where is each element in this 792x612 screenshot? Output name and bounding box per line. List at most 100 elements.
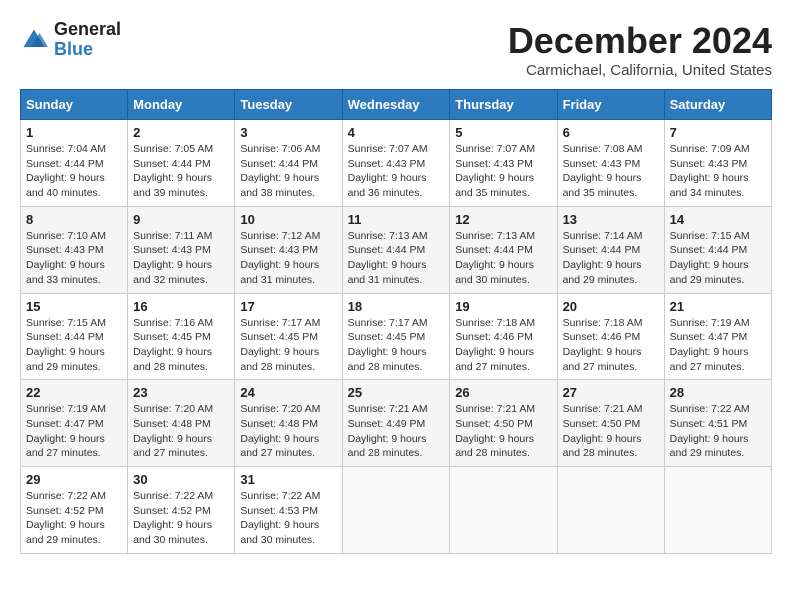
day-info: Sunrise: 7:07 AMSunset: 4:43 PMDaylight:… [348, 142, 445, 201]
day-info: Sunrise: 7:12 AMSunset: 4:43 PMDaylight:… [240, 229, 336, 288]
day-number: 16 [133, 299, 229, 314]
month-title: December 2024 [508, 20, 772, 62]
day-cell: 20Sunrise: 7:18 AMSunset: 4:46 PMDayligh… [557, 293, 664, 380]
header-tuesday: Tuesday [235, 90, 342, 120]
day-info: Sunrise: 7:22 AMSunset: 4:52 PMDaylight:… [133, 489, 229, 548]
day-number: 4 [348, 125, 445, 140]
day-cell: 22Sunrise: 7:19 AMSunset: 4:47 PMDayligh… [21, 380, 128, 467]
day-number: 30 [133, 472, 229, 487]
title-area: December 2024 Carmichael, California, Un… [508, 20, 772, 79]
day-cell: 8 Sunrise: 7:10 AMSunset: 4:43 PMDaylight… [21, 206, 128, 293]
day-cell: 10Sunrise: 7:12 AMSunset: 4:43 PMDayligh… [235, 206, 342, 293]
day-info: Sunrise: 7:20 AMSunset: 4:48 PMDaylight:… [133, 402, 229, 461]
day-cell: 26Sunrise: 7:21 AMSunset: 4:50 PMDayligh… [450, 380, 557, 467]
day-number: 6 [563, 125, 659, 140]
day-cell: 5 Sunrise: 7:07 AMSunset: 4:43 PMDaylight… [450, 120, 557, 207]
day-info: Sunrise: 7:15 AMSunset: 4:44 PMDaylight:… [670, 229, 766, 288]
day-info: Sunrise: 7:15 AMSunset: 4:44 PMDaylight:… [26, 316, 122, 375]
day-cell: 4 Sunrise: 7:07 AMSunset: 4:43 PMDaylight… [342, 120, 450, 207]
day-number: 25 [348, 385, 445, 400]
page-header: General Blue December 2024 Carmichael, C… [20, 20, 772, 79]
day-cell: 18 Sunrise: 7:17 AMSunset: 4:45 PMDayligh… [342, 293, 450, 380]
day-cell: 2 Sunrise: 7:05 AMSunset: 4:44 PMDaylight… [128, 120, 235, 207]
day-cell: 19Sunrise: 7:18 AMSunset: 4:46 PMDayligh… [450, 293, 557, 380]
day-cell: 1Sunrise: 7:04 AMSunset: 4:44 PMDaylight… [21, 120, 128, 207]
day-number: 27 [563, 385, 659, 400]
day-cell: 3 Sunrise: 7:06 AMSunset: 4:44 PMDaylight… [235, 120, 342, 207]
header-row: SundayMondayTuesdayWednesdayThursdayFrid… [21, 90, 772, 120]
day-info: Sunrise: 7:21 AMSunset: 4:49 PMDaylight:… [348, 402, 445, 461]
day-cell: 7Sunrise: 7:09 AMSunset: 4:43 PMDaylight… [664, 120, 771, 207]
day-number: 21 [670, 299, 766, 314]
day-cell: 27 Sunrise: 7:21 AMSunset: 4:50 PMDayligh… [557, 380, 664, 467]
day-number: 11 [348, 212, 445, 227]
day-info: Sunrise: 7:22 AMSunset: 4:53 PMDaylight:… [240, 489, 336, 548]
week-row-5: 29 Sunrise: 7:22 AMSunset: 4:52 PMDayligh… [21, 467, 772, 554]
day-cell: 31Sunrise: 7:22 AMSunset: 4:53 PMDayligh… [235, 467, 342, 554]
day-info: Sunrise: 7:17 AMSunset: 4:45 PMDaylight:… [348, 316, 445, 375]
day-info: Sunrise: 7:04 AMSunset: 4:44 PMDaylight:… [26, 142, 122, 201]
day-cell: 16 Sunrise: 7:16 AMSunset: 4:45 PMDayligh… [128, 293, 235, 380]
header-wednesday: Wednesday [342, 90, 450, 120]
logo-icon [20, 26, 48, 54]
week-row-3: 15 Sunrise: 7:15 AMSunset: 4:44 PMDayligh… [21, 293, 772, 380]
day-info: Sunrise: 7:20 AMSunset: 4:48 PMDaylight:… [240, 402, 336, 461]
day-number: 15 [26, 299, 122, 314]
day-number: 26 [455, 385, 551, 400]
header-thursday: Thursday [450, 90, 557, 120]
day-cell: 9 Sunrise: 7:11 AMSunset: 4:43 PMDaylight… [128, 206, 235, 293]
day-number: 2 [133, 125, 229, 140]
day-info: Sunrise: 7:10 AMSunset: 4:43 PMDaylight:… [26, 229, 122, 288]
logo-general: General [54, 20, 121, 40]
day-info: Sunrise: 7:19 AMSunset: 4:47 PMDaylight:… [670, 316, 766, 375]
day-cell: 28Sunrise: 7:22 AMSunset: 4:51 PMDayligh… [664, 380, 771, 467]
day-info: Sunrise: 7:11 AMSunset: 4:43 PMDaylight:… [133, 229, 229, 288]
header-monday: Monday [128, 90, 235, 120]
day-number: 12 [455, 212, 551, 227]
day-info: Sunrise: 7:05 AMSunset: 4:44 PMDaylight:… [133, 142, 229, 201]
day-number: 28 [670, 385, 766, 400]
day-info: Sunrise: 7:13 AMSunset: 4:44 PMDaylight:… [455, 229, 551, 288]
logo-blue: Blue [54, 40, 121, 60]
day-info: Sunrise: 7:16 AMSunset: 4:45 PMDaylight:… [133, 316, 229, 375]
day-cell: 29 Sunrise: 7:22 AMSunset: 4:52 PMDayligh… [21, 467, 128, 554]
day-cell: 11Sunrise: 7:13 AMSunset: 4:44 PMDayligh… [342, 206, 450, 293]
day-info: Sunrise: 7:21 AMSunset: 4:50 PMDaylight:… [563, 402, 659, 461]
day-cell [342, 467, 450, 554]
day-number: 18 [348, 299, 445, 314]
week-row-4: 22Sunrise: 7:19 AMSunset: 4:47 PMDayligh… [21, 380, 772, 467]
day-number: 9 [133, 212, 229, 227]
day-info: Sunrise: 7:17 AMSunset: 4:45 PMDaylight:… [240, 316, 336, 375]
day-cell [557, 467, 664, 554]
location-title: Carmichael, California, United States [508, 62, 772, 79]
day-number: 23 [133, 385, 229, 400]
day-number: 3 [240, 125, 336, 140]
day-number: 8 [26, 212, 122, 227]
day-info: Sunrise: 7:14 AMSunset: 4:44 PMDaylight:… [563, 229, 659, 288]
day-info: Sunrise: 7:22 AMSunset: 4:52 PMDaylight:… [26, 489, 122, 548]
day-number: 24 [240, 385, 336, 400]
week-row-1: 1Sunrise: 7:04 AMSunset: 4:44 PMDaylight… [21, 120, 772, 207]
day-number: 13 [563, 212, 659, 227]
day-cell: 12 Sunrise: 7:13 AMSunset: 4:44 PMDayligh… [450, 206, 557, 293]
day-info: Sunrise: 7:18 AMSunset: 4:46 PMDaylight:… [455, 316, 551, 375]
day-number: 22 [26, 385, 122, 400]
day-number: 17 [240, 299, 336, 314]
day-cell [664, 467, 771, 554]
day-info: Sunrise: 7:06 AMSunset: 4:44 PMDaylight:… [240, 142, 336, 201]
day-cell: 17 Sunrise: 7:17 AMSunset: 4:45 PMDayligh… [235, 293, 342, 380]
header-saturday: Saturday [664, 90, 771, 120]
day-cell: 30 Sunrise: 7:22 AMSunset: 4:52 PMDayligh… [128, 467, 235, 554]
day-cell: 14Sunrise: 7:15 AMSunset: 4:44 PMDayligh… [664, 206, 771, 293]
day-cell: 23 Sunrise: 7:20 AMSunset: 4:48 PMDayligh… [128, 380, 235, 467]
day-cell: 13 Sunrise: 7:14 AMSunset: 4:44 PMDayligh… [557, 206, 664, 293]
day-cell: 25 Sunrise: 7:21 AMSunset: 4:49 PMDayligh… [342, 380, 450, 467]
header-friday: Friday [557, 90, 664, 120]
day-number: 5 [455, 125, 551, 140]
day-number: 7 [670, 125, 766, 140]
day-number: 29 [26, 472, 122, 487]
week-row-2: 8 Sunrise: 7:10 AMSunset: 4:43 PMDaylight… [21, 206, 772, 293]
logo-text: General Blue [54, 20, 121, 60]
day-info: Sunrise: 7:18 AMSunset: 4:46 PMDaylight:… [563, 316, 659, 375]
day-info: Sunrise: 7:07 AMSunset: 4:43 PMDaylight:… [455, 142, 551, 201]
